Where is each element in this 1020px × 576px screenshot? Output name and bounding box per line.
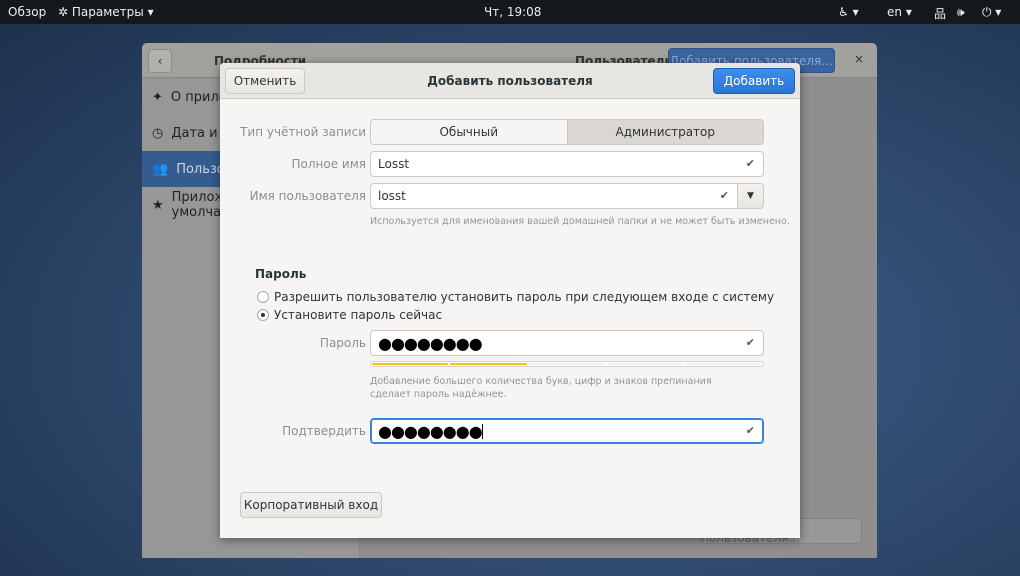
strength-segment [372,363,449,365]
dialog-header: Отменить Добавить пользователя Добавить [220,63,800,99]
accessibility-icon[interactable]: ♿ ▾ [838,5,859,19]
password-label: Пароль [319,336,366,350]
username-label: Имя пользователя [249,189,366,203]
app-menu-label: Параметры [71,5,144,19]
account-type-label: Тип учётной записи [240,125,366,139]
network-icon[interactable]: 品 [934,5,946,22]
username-value: losst [378,189,406,203]
confirm-password-input[interactable]: ●●●●●●●● ✔ [370,418,764,444]
check-icon: ✔ [745,424,755,437]
check-icon: ✔ [745,336,755,349]
gear-icon: ✲ [58,5,69,19]
password-value: ●●●●●●●● [378,333,483,353]
strength-segment [528,363,606,365]
chevron-down-icon: ▼ [747,191,754,201]
check-icon: ✔ [719,189,729,202]
username-dropdown-button[interactable]: ▼ [737,183,764,209]
password-hint: Добавление большего количества букв, циф… [370,376,712,400]
strength-segment [685,363,763,365]
check-icon: ✔ [745,157,755,170]
back-button[interactable]: ‹ [148,49,172,73]
language-menu[interactable]: en ▾ [887,5,912,19]
confirm-label: Подтвердить [282,424,366,438]
clock-icon: ◷ [152,125,164,141]
activities-button[interactable]: Обзор [8,5,46,19]
app-menu[interactable]: ✲ Параметры ▾ [58,5,154,19]
enterprise-login-button[interactable]: Корпоративный вход [240,492,382,518]
username-input[interactable]: losst ✔ [370,183,738,209]
sparkle-icon: ✦ [152,89,163,105]
language-label: en [887,5,902,19]
fullname-value: Losst [378,157,410,171]
password-strength-meter [370,361,764,367]
password-input[interactable]: ●●●●●●●● ✔ [370,330,764,356]
add-button[interactable]: Добавить [713,68,795,94]
fullname-input[interactable]: Losst ✔ [370,151,764,177]
top-bar: Обзор ✲ Параметры ▾ Чт, 19:08 ♿ ▾ en ▾ 品… [0,0,1020,24]
account-type-standard[interactable]: Обычный [371,120,567,144]
users-icon: 👥 [152,161,169,177]
text-cursor [481,423,483,439]
radio-label: Разрешить пользователю установить пароль… [274,290,775,304]
radio-checked-icon [257,309,269,321]
chevron-left-icon: ‹ [157,54,163,68]
account-type-admin[interactable]: Администратор [566,120,763,144]
account-type-switch: Обычный Администратор [370,119,764,145]
radio-icon [257,291,269,303]
clock[interactable]: Чт, 19:08 [484,5,541,19]
power-icon[interactable]: ⏻ ▾ [982,5,1001,20]
star-icon: ★ [152,197,164,213]
confirm-value: ●●●●●●●● [378,421,483,441]
radio-set-later[interactable]: Разрешить пользователю установить пароль… [257,290,774,304]
radio-set-now[interactable]: Установите пароль сейчас [257,308,442,322]
volume-icon[interactable]: 🕪 [957,5,965,20]
close-button[interactable]: × [854,52,864,66]
strength-segment [607,363,684,365]
radio-label: Установите пароль сейчас [274,308,443,322]
add-user-dialog: Отменить Добавить пользователя Добавить … [220,63,800,538]
fullname-label: Полное имя [291,157,367,171]
password-section-title: Пароль [255,267,307,281]
username-hint: Используется для именования вашей домашн… [370,216,790,227]
strength-segment [450,363,527,365]
